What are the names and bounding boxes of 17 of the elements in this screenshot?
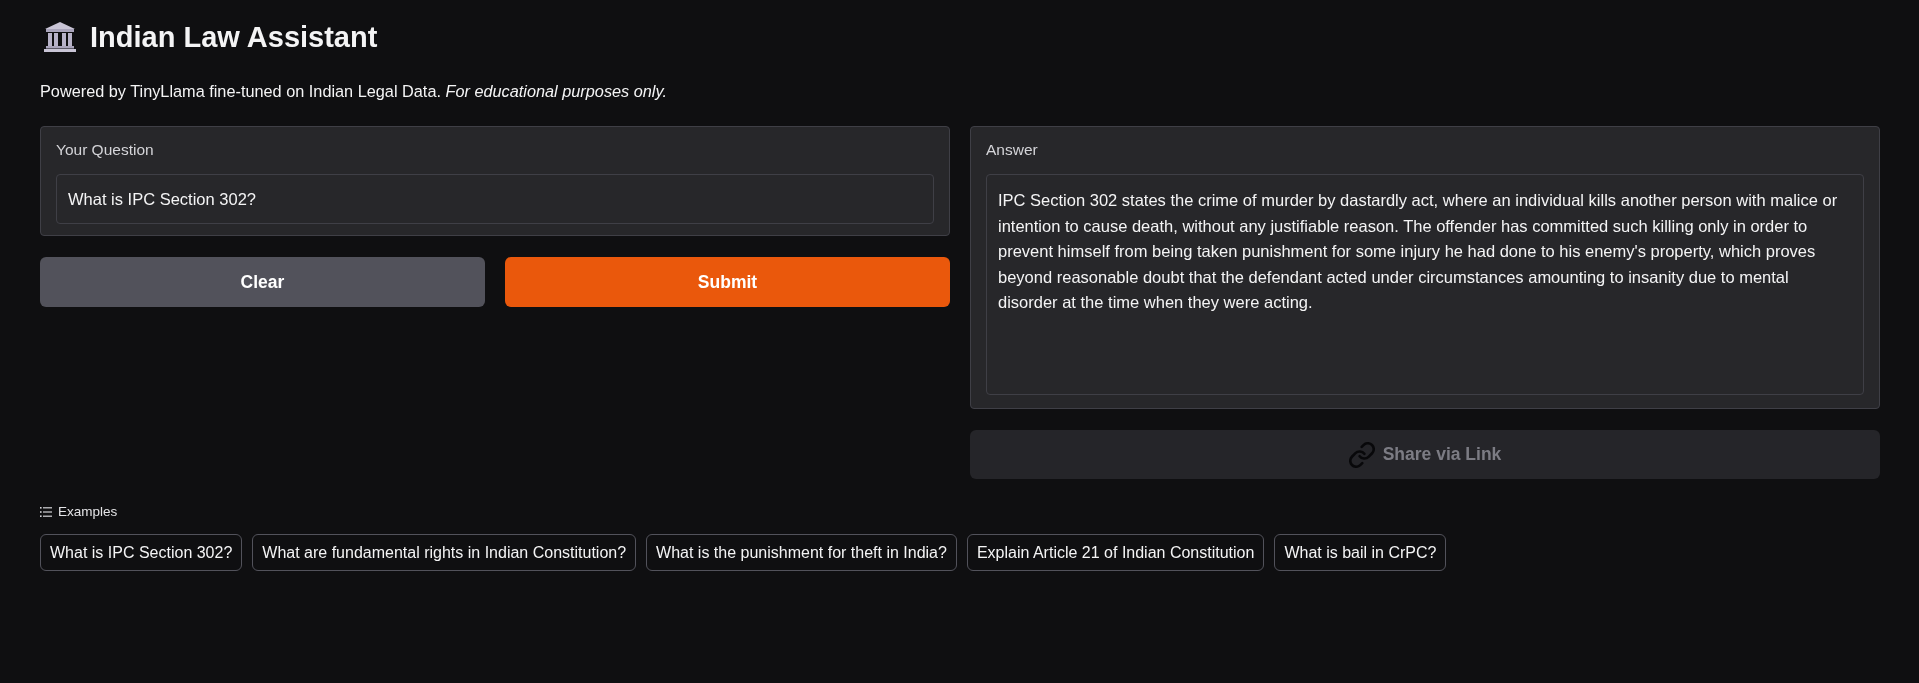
app-title: Indian Law Assistant bbox=[90, 20, 378, 55]
submit-button[interactable]: Submit bbox=[505, 257, 950, 307]
building-icon bbox=[44, 22, 76, 52]
example-button[interactable]: What are fundamental rights in Indian Constitution? bbox=[252, 534, 637, 571]
example-button[interactable]: What is IPC Section 302? bbox=[40, 534, 243, 571]
field-label: Your Question bbox=[56, 140, 154, 160]
examples-label: Examples bbox=[58, 503, 118, 521]
clear-button[interactable]: Clear bbox=[40, 257, 485, 307]
example-button[interactable]: What is the punishment for theft in India? bbox=[646, 534, 957, 571]
link-icon bbox=[1348, 441, 1375, 468]
list-icon bbox=[40, 507, 52, 517]
subtitle-text: Powered by TinyLlama fine-tuned on Indian Legal Data. For educational purposes only. bbox=[40, 81, 668, 102]
example-button[interactable]: What is bail in CrPC? bbox=[1274, 534, 1447, 571]
question-input[interactable]: What is IPC Section 302? bbox=[56, 174, 934, 224]
example-button[interactable]: Explain Article 21 of Indian Constitution bbox=[966, 534, 1265, 571]
answer-textbox[interactable]: IPC Section 302 states the crime of murder by dastardly act, where an individual kills another person with malice or intention to cause death, without any justifiable reason. The offender has committed such killing only in order to prevent himself from being taken punishment for some injury he had done to his enemy's property, which proves beyond reasonable doubt that the defendant acted under circumstances amounting to insanity due to mental disorder at the time when they were acting. bbox=[986, 174, 1864, 395]
field-label: Answer bbox=[986, 140, 1038, 160]
